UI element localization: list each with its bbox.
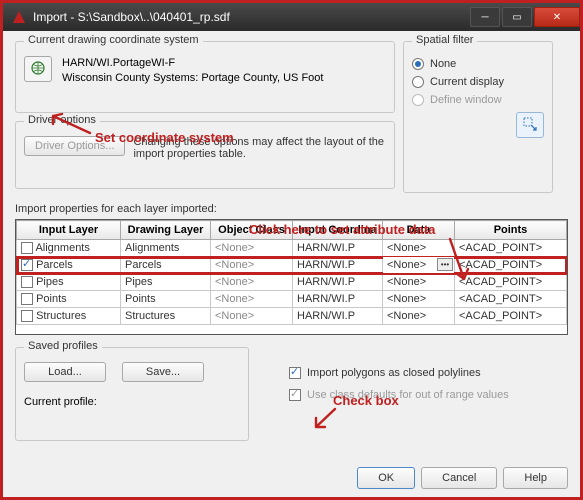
select-coordinate-system-button[interactable] xyxy=(24,56,52,82)
class-defaults-checkbox: Use class defaults for out of range valu… xyxy=(289,389,509,401)
spatial-none-radio[interactable]: None xyxy=(412,58,544,70)
current-profile-label: Current profile: xyxy=(24,396,240,408)
maximize-button[interactable]: ▭ xyxy=(502,7,532,27)
col-data[interactable]: Data xyxy=(383,221,455,240)
col-drawing-layer[interactable]: Drawing Layer xyxy=(121,221,211,240)
ok-button[interactable]: OK xyxy=(357,467,415,489)
layer-properties-table: Input Layer Drawing Layer Object Class I… xyxy=(15,219,568,335)
row-checkbox[interactable] xyxy=(21,259,33,271)
coord-system-desc: Wisconsin County Systems: Portage County… xyxy=(62,71,323,86)
globe-icon xyxy=(30,60,46,79)
group-legend: Driver options xyxy=(24,114,100,126)
table-caption: Import properties for each layer importe… xyxy=(15,203,568,215)
table-row[interactable]: Alignments Alignments <None> HARN/WI.P <… xyxy=(17,240,567,257)
col-input-layer[interactable]: Input Layer xyxy=(17,221,121,240)
load-profile-button[interactable]: Load... xyxy=(24,362,106,382)
row-checkbox[interactable] xyxy=(21,242,33,254)
spatial-define-radio[interactable]: Define window xyxy=(412,94,544,106)
app-icon xyxy=(11,9,27,25)
table-row[interactable]: Points Points <None> HARN/WI.P <None> <A… xyxy=(17,291,567,308)
window-select-icon xyxy=(522,116,538,135)
driver-options-group: Driver options Driver Options... Changin… xyxy=(15,121,395,189)
data-browse-button[interactable]: ••• xyxy=(437,258,453,271)
table-row[interactable]: Pipes Pipes <None> HARN/WI.P <None> <ACA… xyxy=(17,274,567,291)
titlebar[interactable]: Import - S:\Sandbox\..\040401_rp.sdf ─ ▭… xyxy=(3,3,580,31)
group-legend: Current drawing coordinate system xyxy=(24,34,203,46)
driver-note: Changing these options may affect the la… xyxy=(133,136,386,160)
coord-system-name: HARN/WI.PortageWI-F xyxy=(62,56,323,71)
import-dialog: Import - S:\Sandbox\..\040401_rp.sdf ─ ▭… xyxy=(0,0,583,500)
group-legend: Saved profiles xyxy=(24,340,102,352)
close-button[interactable]: ✕ xyxy=(534,7,580,27)
cancel-button[interactable]: Cancel xyxy=(421,467,497,489)
table-row[interactable]: Structures Structures <None> HARN/WI.P <… xyxy=(17,308,567,325)
row-checkbox[interactable] xyxy=(21,293,33,305)
row-checkbox[interactable] xyxy=(21,276,33,288)
dialog-footer: OK Cancel Help xyxy=(3,459,580,497)
import-polylines-checkbox[interactable]: Import polygons as closed polylines xyxy=(289,367,509,379)
spatial-filter-group: Spatial filter None Current display Defi… xyxy=(403,41,553,193)
saved-profiles-group: Saved profiles Load... Save... Current p… xyxy=(15,347,249,441)
coordinate-system-group: Current drawing coordinate system HARN/W… xyxy=(15,41,395,113)
row-checkbox[interactable] xyxy=(21,310,33,322)
driver-options-button[interactable]: Driver Options... xyxy=(24,136,125,156)
minimize-button[interactable]: ─ xyxy=(470,7,500,27)
help-button[interactable]: Help xyxy=(503,467,568,489)
window-title: Import - S:\Sandbox\..\040401_rp.sdf xyxy=(33,10,468,24)
col-input-coord[interactable]: Input Coordina xyxy=(293,221,383,240)
spatial-current-radio[interactable]: Current display xyxy=(412,76,544,88)
define-window-button[interactable] xyxy=(516,112,544,138)
col-object-class[interactable]: Object Class xyxy=(211,221,293,240)
table-row-selected[interactable]: Parcels Parcels <None> HARN/WI.P <None>•… xyxy=(17,257,567,274)
save-profile-button[interactable]: Save... xyxy=(122,362,204,382)
group-legend: Spatial filter xyxy=(412,34,477,46)
col-points[interactable]: Points xyxy=(455,221,567,240)
